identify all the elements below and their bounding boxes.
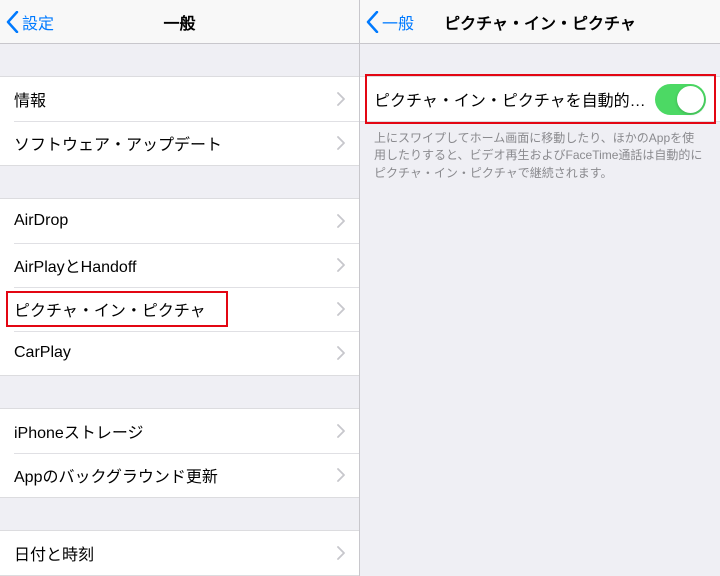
navbar-left: 設定 一般	[0, 0, 359, 44]
cell-carplay[interactable]: CarPlay	[0, 331, 359, 375]
page-title-left: 一般	[163, 10, 195, 34]
cell-info[interactable]: 情報	[0, 77, 359, 121]
cell-date-time[interactable]: 日付と時刻	[0, 531, 359, 575]
screen-pip: 一般 ピクチャ・イン・ピクチャ ピクチャ・イン・ピクチャを自動的… 上にスワイプ…	[360, 0, 720, 576]
pip-settings: ピクチャ・イン・ピクチャを自動的… 上にスワイプしてホーム画面に移動したり、ほか…	[360, 44, 720, 576]
toggle-switch[interactable]	[655, 84, 706, 115]
cell-software-update[interactable]: ソフトウェア・アップデート	[0, 121, 359, 165]
page-title-right: ピクチャ・イン・ピクチャ	[444, 10, 636, 34]
chevron-right-icon	[337, 468, 345, 482]
chevron-right-icon	[337, 546, 345, 560]
cell-background-app-refresh[interactable]: Appのバックグラウンド更新	[0, 453, 359, 497]
screen-general: 設定 一般 情報 ソフトウェア・アップデート AirDrop AirPlayとH…	[0, 0, 360, 576]
settings-list: 情報 ソフトウェア・アップデート AirDrop AirPlayとHandoff…	[0, 44, 359, 576]
chevron-right-icon	[337, 346, 345, 360]
chevron-left-icon	[366, 11, 379, 33]
navbar-right: 一般 ピクチャ・イン・ピクチャ	[360, 0, 720, 44]
chevron-right-icon	[337, 136, 345, 150]
chevron-right-icon	[337, 214, 345, 228]
footer-description: 上にスワイプしてホーム画面に移動したり、ほかのAppを使用したりすると、ビデオ再…	[360, 122, 720, 182]
cell-picture-in-picture[interactable]: ピクチャ・イン・ピクチャ	[0, 287, 359, 331]
chevron-right-icon	[337, 92, 345, 106]
cell-airdrop[interactable]: AirDrop	[0, 199, 359, 243]
cell-pip-auto-toggle[interactable]: ピクチャ・イン・ピクチャを自動的…	[360, 77, 720, 121]
back-label: 一般	[382, 10, 414, 34]
toggle-label: ピクチャ・イン・ピクチャを自動的…	[374, 87, 655, 111]
cell-airplay-handoff[interactable]: AirPlayとHandoff	[0, 243, 359, 287]
chevron-left-icon	[6, 11, 19, 33]
back-button-general[interactable]: 一般	[360, 10, 414, 34]
chevron-right-icon	[337, 302, 345, 316]
cell-iphone-storage[interactable]: iPhoneストレージ	[0, 409, 359, 453]
chevron-right-icon	[337, 258, 345, 272]
back-label: 設定	[22, 10, 54, 34]
chevron-right-icon	[337, 424, 345, 438]
back-button-settings[interactable]: 設定	[0, 10, 54, 34]
